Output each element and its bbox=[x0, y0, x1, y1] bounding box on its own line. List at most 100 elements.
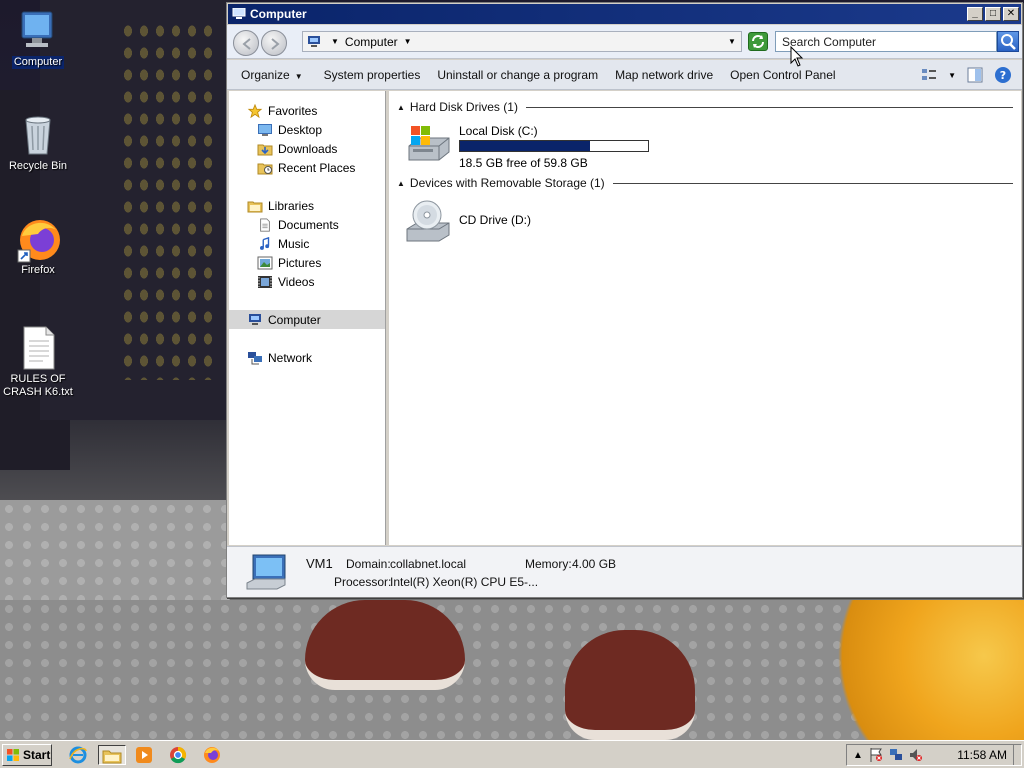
internet-explorer-icon bbox=[69, 746, 87, 764]
nav-item-favorites[interactable]: Favorites bbox=[229, 101, 385, 120]
minimize-button[interactable]: _ bbox=[967, 7, 983, 21]
open-control-panel-button[interactable]: Open Control Panel bbox=[730, 68, 835, 82]
content-pane: ▲ Hard Disk Drives (1) Local Disk (C:) 1… bbox=[389, 91, 1021, 545]
nav-label: Computer bbox=[268, 312, 321, 327]
desktop-icon-label: Recycle Bin bbox=[8, 160, 68, 172]
help-icon[interactable]: ? bbox=[994, 66, 1012, 84]
search-input[interactable]: Search Computer bbox=[775, 31, 997, 52]
nav-label: Downloads bbox=[278, 141, 338, 156]
text-file-icon bbox=[16, 325, 60, 370]
view-dropdown-icon[interactable]: ▼ bbox=[948, 71, 956, 80]
navigation-pane: Favorites Desktop Downloads Recent Place… bbox=[229, 91, 386, 545]
taskbar-chrome[interactable] bbox=[168, 745, 190, 765]
forward-button[interactable] bbox=[261, 30, 287, 56]
nav-item-libraries[interactable]: Libraries bbox=[229, 196, 385, 215]
processor-value: Intel(R) Xeon(R) CPU E5-... bbox=[390, 575, 539, 589]
computer-name: VM1 bbox=[306, 556, 333, 571]
nav-item-computer[interactable]: Computer bbox=[229, 310, 385, 329]
processor-label: Processor: bbox=[334, 575, 392, 589]
desktop-icon-label: Computer bbox=[11, 56, 65, 69]
uninstall-program-button[interactable]: Uninstall or change a program bbox=[437, 68, 598, 82]
drive-name: Local Disk (C:) bbox=[459, 124, 538, 138]
windows-logo-icon bbox=[7, 749, 19, 761]
taskbar-file-explorer[interactable] bbox=[98, 745, 126, 765]
action-center-flag-icon[interactable] bbox=[869, 747, 883, 763]
preview-pane-icon[interactable] bbox=[966, 66, 984, 84]
refresh-icon bbox=[752, 35, 764, 48]
computer-icon bbox=[16, 8, 60, 52]
address-location[interactable]: Computer bbox=[345, 35, 398, 49]
nav-item-desktop[interactable]: Desktop bbox=[229, 120, 385, 139]
domain-value: collabnet.local bbox=[390, 557, 467, 571]
desktop-folder-icon bbox=[258, 123, 272, 136]
group-divider bbox=[525, 106, 1013, 108]
desktop-icon-recycle-bin[interactable]: Recycle Bin bbox=[0, 112, 76, 173]
taskbar-media-player[interactable] bbox=[134, 745, 156, 765]
back-button[interactable] bbox=[233, 30, 259, 56]
mouse-cursor-icon bbox=[790, 46, 804, 67]
nav-item-music[interactable]: Music bbox=[229, 234, 385, 253]
arrow-right-icon bbox=[271, 38, 280, 50]
volume-muted-icon[interactable] bbox=[909, 747, 923, 763]
organize-button[interactable]: Organize ▼ bbox=[241, 68, 303, 82]
pictures-icon bbox=[257, 256, 273, 269]
collapse-arrow-icon[interactable]: ▲ bbox=[397, 103, 405, 112]
network-status-icon[interactable] bbox=[889, 747, 903, 763]
window-title: Computer bbox=[250, 7, 307, 21]
map-network-drive-button[interactable]: Map network drive bbox=[615, 68, 713, 82]
nav-item-documents[interactable]: Documents bbox=[229, 215, 385, 234]
nav-item-videos[interactable]: Videos bbox=[229, 272, 385, 291]
taskbar-firefox[interactable] bbox=[202, 745, 224, 765]
start-button[interactable]: Start bbox=[2, 744, 52, 766]
disk-usage-bar bbox=[459, 140, 649, 152]
music-icon bbox=[260, 236, 270, 250]
details-pane: VM1 Domain: collabnet.local Memory: 4.00… bbox=[227, 546, 1022, 597]
folder-icon bbox=[102, 750, 122, 764]
group-header-removable-storage[interactable]: ▲ Devices with Removable Storage (1) bbox=[397, 176, 1013, 190]
chrome-icon bbox=[170, 746, 187, 764]
domain-label: Domain: bbox=[346, 557, 391, 571]
chevron-down-icon[interactable]: ▼ bbox=[404, 37, 412, 46]
chevron-down-icon[interactable]: ▼ bbox=[331, 37, 339, 46]
system-properties-button[interactable]: System properties bbox=[324, 68, 421, 82]
close-button[interactable]: ✕ bbox=[1003, 7, 1019, 21]
group-header-hard-disk-drives[interactable]: ▲ Hard Disk Drives (1) bbox=[397, 100, 1013, 114]
firefox-icon bbox=[204, 747, 220, 763]
network-icon bbox=[248, 351, 262, 364]
nav-item-network[interactable]: Network bbox=[229, 348, 385, 367]
collapse-arrow-icon[interactable]: ▲ bbox=[397, 179, 405, 188]
view-options-icon[interactable] bbox=[920, 66, 938, 84]
search-icon bbox=[1001, 34, 1016, 50]
maximize-button[interactable]: □ bbox=[985, 7, 1001, 21]
wallpaper-floor bbox=[0, 500, 230, 610]
taskbar: Start ▲ 11:58 AM bbox=[0, 740, 1024, 768]
nav-item-pictures[interactable]: Pictures bbox=[229, 253, 385, 272]
address-box[interactable]: ▼ Computer ▼ ▼ bbox=[302, 31, 742, 52]
drive-local-disk-c[interactable]: Local Disk (C:) 18.5 GB free of 59.8 GB bbox=[405, 124, 685, 170]
system-tray: ▲ 11:58 AM bbox=[846, 744, 1022, 766]
wallpaper-shoe bbox=[565, 630, 695, 740]
nav-item-recent-places[interactable]: Recent Places bbox=[229, 158, 385, 177]
nav-label: Documents bbox=[278, 217, 339, 232]
downloads-folder-icon bbox=[257, 144, 273, 155]
drive-cd-d[interactable]: CD Drive (D:) bbox=[405, 199, 565, 245]
start-label: Start bbox=[23, 748, 51, 762]
show-hidden-icons-button[interactable]: ▲ bbox=[853, 750, 863, 761]
desktop-icon-firefox[interactable]: Firefox bbox=[0, 216, 76, 277]
refresh-button[interactable] bbox=[748, 32, 768, 51]
desktop-icon-computer[interactable]: Computer bbox=[0, 8, 76, 69]
show-desktop-button[interactable] bbox=[1013, 745, 1021, 765]
title-bar[interactable]: Computer _ □ ✕ bbox=[228, 4, 1021, 24]
desktop-icon-label: RULES OF CRASH K6.txt bbox=[3, 373, 73, 398]
taskbar-internet-explorer[interactable] bbox=[68, 745, 90, 765]
nav-item-downloads[interactable]: Downloads bbox=[229, 139, 385, 158]
search-button[interactable] bbox=[997, 31, 1019, 52]
group-divider bbox=[612, 182, 1013, 184]
media-player-icon bbox=[136, 747, 152, 763]
address-history-dropdown[interactable]: ▼ bbox=[725, 37, 739, 46]
wallpaper-burst bbox=[800, 600, 1024, 740]
desktop-icon-text-file[interactable]: RULES OF CRASH K6.txt bbox=[0, 325, 76, 399]
clock[interactable]: 11:58 AM bbox=[957, 748, 1007, 762]
computer-icon bbox=[232, 8, 246, 19]
recent-places-icon bbox=[257, 163, 273, 174]
